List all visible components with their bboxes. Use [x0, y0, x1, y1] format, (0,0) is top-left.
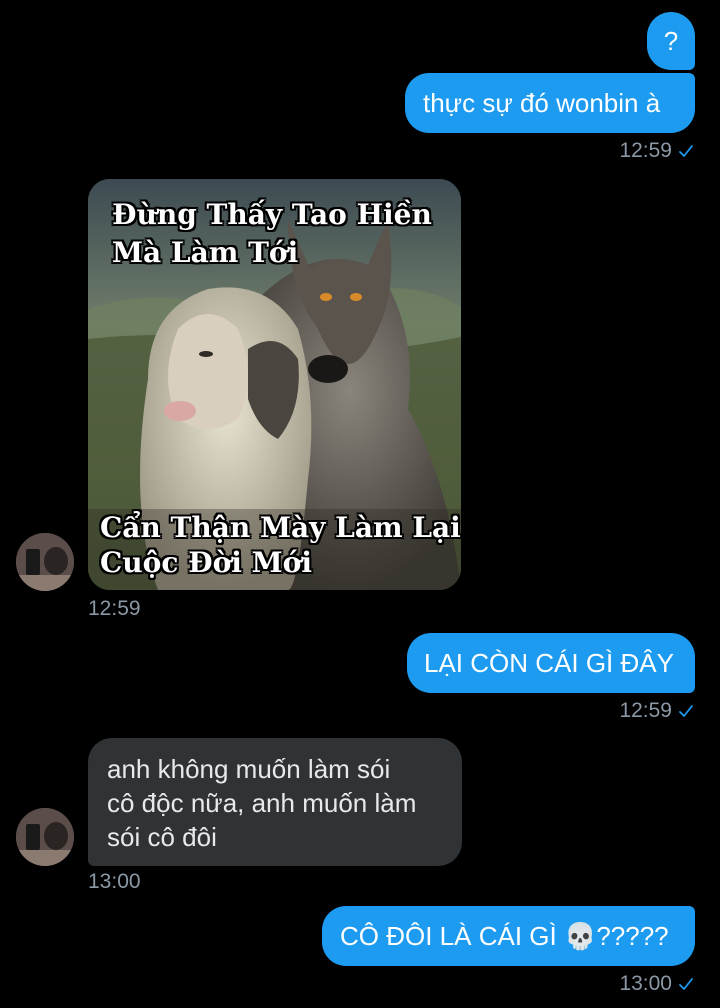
message-text-line: anh không muốn làm sói — [107, 754, 391, 784]
avatar-image — [16, 533, 74, 591]
skull-emoji-icon: 💀 — [563, 921, 597, 951]
sent-message-bubble[interactable]: thực sự đó wonbin à — [405, 73, 695, 133]
meme-caption-top-line-2: Mà Làm Tới — [112, 236, 299, 269]
user-avatar[interactable] — [16, 533, 74, 591]
meme-image[interactable]: Đừng Thấy Tao Hiền Mà Làm Tới Cẩn Thận M… — [88, 179, 461, 590]
message-timestamp: 13:00 — [619, 972, 694, 996]
message-timestamp: 12:59 — [88, 597, 141, 620]
sent-message-bubble[interactable]: LẠI CÒN CÁI GÌ ĐÂY — [407, 633, 695, 693]
read-check-icon — [679, 705, 693, 718]
message-timestamp: 12:59 — [619, 139, 694, 163]
read-check-icon — [679, 978, 693, 991]
sent-message-bubble[interactable]: CÔ ĐÔI LÀ CÁI GÌ 💀????? — [322, 906, 695, 966]
meme-caption-bottom-line-2: Cuộc Đời Mới — [100, 546, 312, 579]
message-text-line: sói cô đôi — [107, 822, 217, 852]
message-text: ? — [663, 26, 679, 56]
message-timestamp: 12:59 — [619, 699, 694, 723]
sent-message-bubble[interactable]: ? — [647, 12, 695, 70]
meme-caption-top-line-1: Đừng Thấy Tao Hiền — [112, 198, 432, 231]
read-check-icon — [679, 145, 693, 158]
received-message-bubble[interactable]: anh không muốn làm sói cô độc nữa, anh m… — [88, 738, 462, 866]
user-avatar[interactable] — [16, 808, 74, 866]
message-text: thực sự đó wonbin à — [423, 88, 661, 118]
message-text-suffix: ????? — [596, 921, 669, 951]
message-text: CÔ ĐÔI LÀ CÁI GÌ — [340, 921, 557, 951]
meme-caption-bottom-line-1: Cẩn Thận Mày Làm Lại — [100, 511, 461, 544]
avatar-image — [16, 808, 74, 866]
message-text: LẠI CÒN CÁI GÌ ĐÂY — [424, 648, 674, 678]
message-timestamp: 13:00 — [88, 870, 141, 893]
message-text-line: cô độc nữa, anh muốn làm — [107, 788, 417, 818]
